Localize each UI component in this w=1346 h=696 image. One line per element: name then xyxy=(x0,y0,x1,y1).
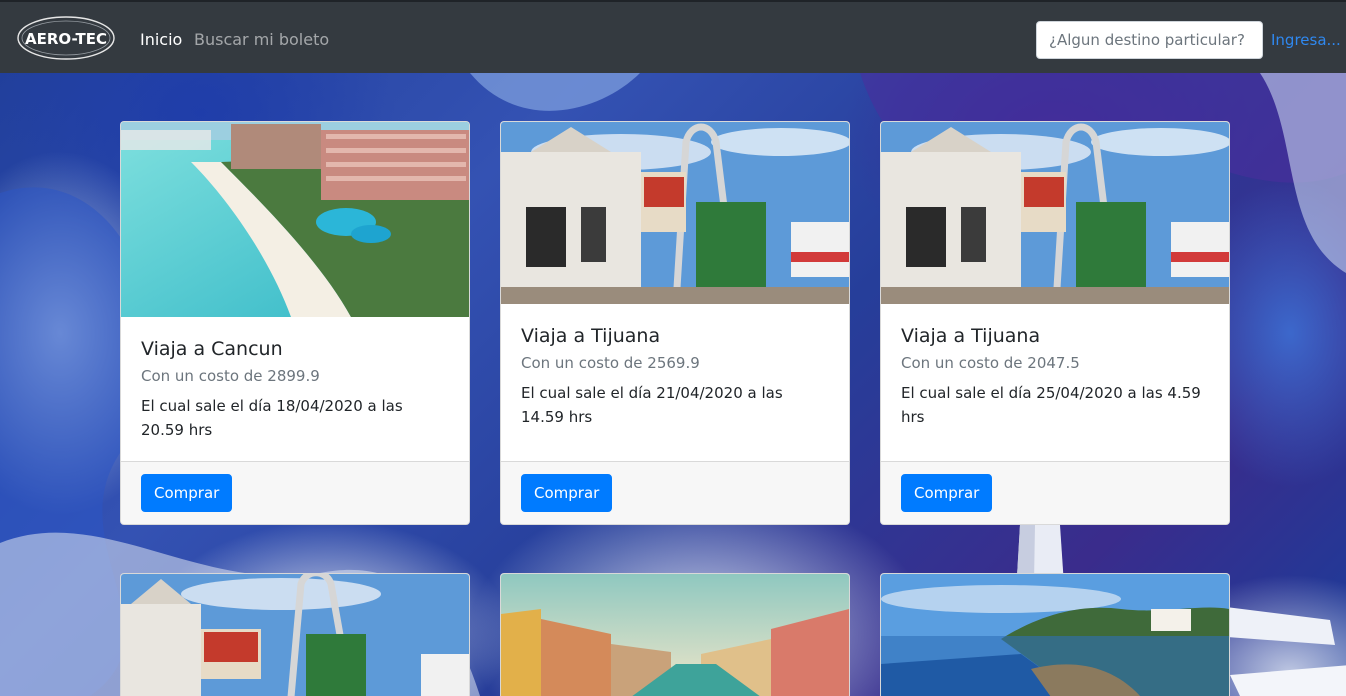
trip-card-row2-3 xyxy=(880,573,1230,696)
tijuana-street-photo xyxy=(881,122,1229,304)
card-footer: Comprar xyxy=(501,461,849,524)
trip-card-cancun: Viaja a Cancun Con un costo de 2899.9 El… xyxy=(120,121,470,525)
navbar: AERO-TEC Inicio Buscar mi boleto Ingresa… xyxy=(0,0,1346,73)
buy-button[interactable]: Comprar xyxy=(521,474,613,512)
card-title: Viaja a Tijuana xyxy=(901,325,1041,347)
login-link[interactable]: Ingresa... xyxy=(1271,30,1341,50)
card-title: Viaja a Tijuana xyxy=(521,325,661,347)
trip-card-row2-2 xyxy=(500,573,850,696)
tijuana-street-photo xyxy=(121,574,469,696)
buy-button[interactable]: Comprar xyxy=(901,474,993,512)
card-cost: Con un costo de 2899.9 xyxy=(141,367,320,385)
trip-card-row2-1 xyxy=(120,573,470,696)
card-departure: El cual sale el día 21/04/2020 a las 14.… xyxy=(521,384,783,426)
card-title: Viaja a Cancun xyxy=(141,338,283,360)
trip-card-tijuana-1: Viaja a Tijuana Con un costo de 2569.9 E… xyxy=(500,121,850,525)
card-footer: Comprar xyxy=(121,461,469,524)
cancun-beach-photo xyxy=(121,122,469,317)
tijuana-street-photo xyxy=(501,122,849,304)
nav-link-buscar-boleto[interactable]: Buscar mi boleto xyxy=(194,30,329,50)
logo-text: AERO-TEC xyxy=(25,30,107,48)
card-departure: El cual sale el día 25/04/2020 a las 4.5… xyxy=(901,384,1201,426)
nav-link-inicio[interactable]: Inicio xyxy=(140,30,182,50)
card-cost: Con un costo de 2569.9 xyxy=(521,354,700,372)
card-footer: Comprar xyxy=(881,461,1229,524)
los-cabos-coast-photo xyxy=(881,574,1229,696)
card-departure: El cual sale el día 18/04/2020 a las 20.… xyxy=(141,397,403,439)
trip-card-tijuana-2: Viaja a Tijuana Con un costo de 2047.5 E… xyxy=(880,121,1230,525)
aerotec-logo[interactable]: AERO-TEC xyxy=(16,15,116,61)
card-cost: Con un costo de 2047.5 xyxy=(901,354,1080,372)
destination-search-input[interactable] xyxy=(1036,21,1263,59)
buy-button[interactable]: Comprar xyxy=(141,474,233,512)
venice-canal-photo xyxy=(501,574,849,696)
